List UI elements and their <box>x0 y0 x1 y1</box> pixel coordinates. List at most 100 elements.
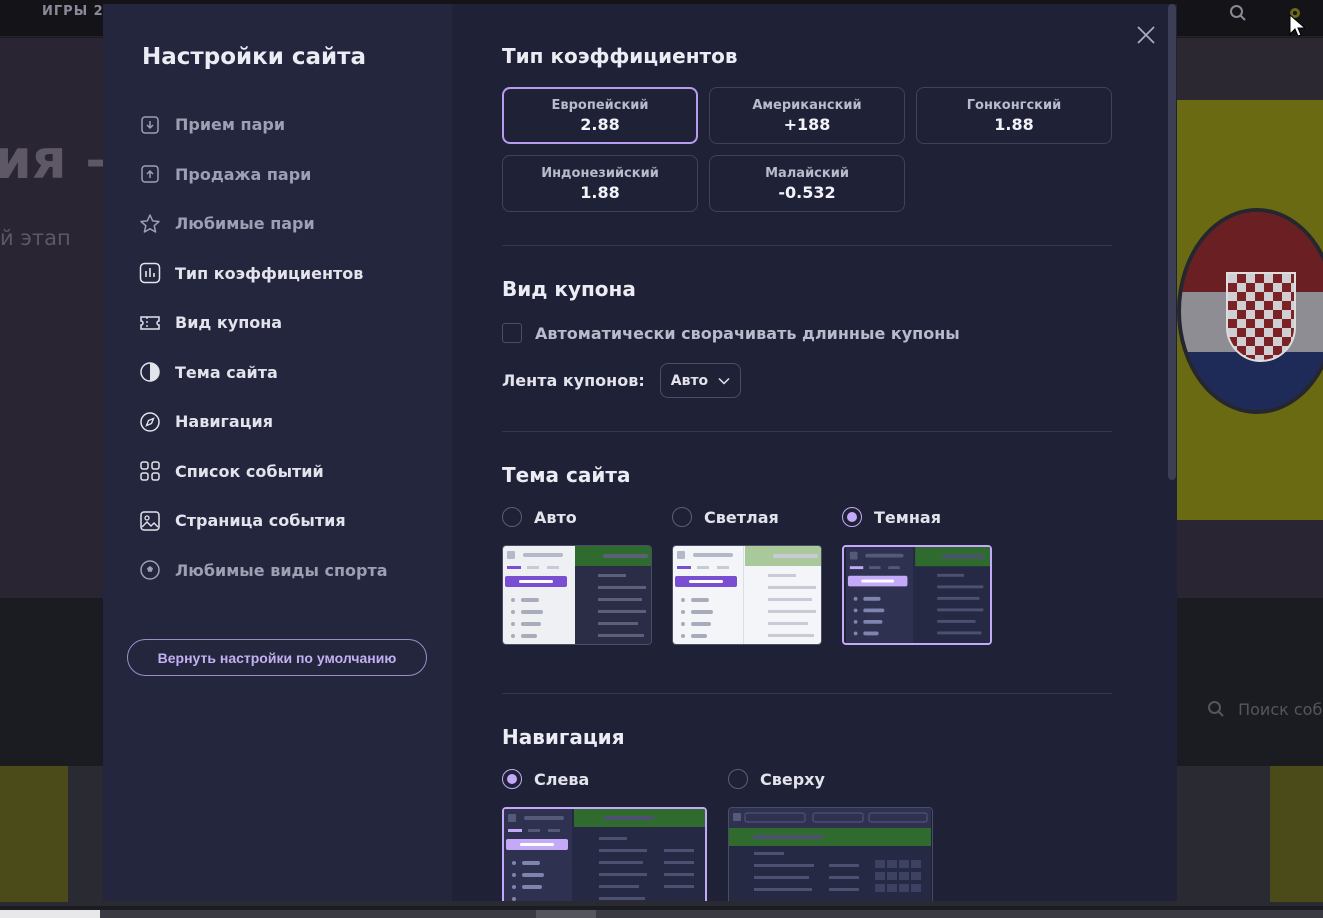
navigation-options: Слева Сверху <box>502 769 1177 789</box>
sidebar-item-coupon-view[interactable]: Вид купона <box>127 298 452 348</box>
navigation-radio-top[interactable] <box>728 769 748 789</box>
theme-option-dark[interactable]: Темная <box>842 507 941 527</box>
odds-option-hongkong[interactable]: Гонконгский 1.88 <box>916 87 1112 144</box>
theme-radio-auto[interactable] <box>502 507 522 527</box>
horizontal-scrollbar[interactable] <box>0 910 1323 918</box>
odds-option-value: 2.88 <box>580 114 620 134</box>
theme-previews <box>502 545 1177 645</box>
navigation-preview-left[interactable] <box>502 807 707 901</box>
sidebar-item-label: Прием пари <box>175 115 286 135</box>
sidebar-item-label: Любимые виды спорта <box>175 560 388 580</box>
odds-option-malay[interactable]: Малайский -0.532 <box>709 155 905 212</box>
odds-option-value: +188 <box>783 114 831 134</box>
theme-option-auto[interactable]: Авто <box>502 507 672 527</box>
divider <box>502 431 1112 432</box>
croatia-flag-icon <box>1177 208 1323 414</box>
sidebar-item-label: Страница события <box>175 511 346 531</box>
odds-option-european[interactable]: Европейский 2.88 <box>502 87 698 144</box>
sidebar-item-event-page[interactable]: Страница события <box>127 496 452 546</box>
auto-collapse-option[interactable]: Автоматически сворачивать длинные купоны <box>502 323 1177 343</box>
card-right[interactable] <box>1270 766 1323 902</box>
auto-collapse-checkbox[interactable] <box>502 323 522 343</box>
search-icon <box>1208 701 1224 717</box>
grid-icon <box>139 460 161 482</box>
upload-icon <box>139 163 161 185</box>
odds-option-name: Американский <box>752 97 862 113</box>
close-icon[interactable] <box>1135 24 1157 46</box>
navigation-preview-top[interactable] <box>728 807 933 901</box>
sidebar-item-label: Тип коэффициентов <box>175 263 364 283</box>
search-icon[interactable] <box>1229 4 1247 22</box>
sidebar-item-site-theme[interactable]: Тема сайта <box>127 348 452 398</box>
horizontal-scroll-thumb[interactable] <box>536 910 596 918</box>
contrast-icon <box>139 361 161 383</box>
compass-icon <box>139 411 161 433</box>
ticket-icon <box>139 312 161 334</box>
theme-preview-dark[interactable] <box>842 545 992 645</box>
sidebar-item-favorite-sports[interactable]: Любимые виды спорта <box>127 546 452 596</box>
settings-modal: Настройки сайта Прием пари Продажа пари … <box>103 4 1177 901</box>
divider <box>502 693 1112 694</box>
sidebar-item-odds-type[interactable]: Тип коэффициентов <box>127 249 452 299</box>
odds-option-name: Индонезийский <box>541 165 659 181</box>
ball-icon <box>139 559 161 581</box>
navigation-option-left[interactable]: Слева <box>502 769 728 789</box>
theme-option-label: Светлая <box>704 507 779 527</box>
theme-option-light[interactable]: Светлая <box>672 507 842 527</box>
sidebar-item-event-list[interactable]: Список событий <box>127 447 452 497</box>
settings-content[interactable]: Тип коэффициентов Европейский 2.88 Амери… <box>452 4 1177 901</box>
navigation-radio-left[interactable] <box>502 769 522 789</box>
odds-option-indonesian[interactable]: Индонезийский 1.88 <box>502 155 698 212</box>
navigation-previews <box>502 807 1177 901</box>
odds-option-american[interactable]: Американский +188 <box>709 87 905 144</box>
sidebar-item-label: Любимые пари <box>175 214 315 234</box>
odds-option-name: Гонконгский <box>966 97 1062 113</box>
card-left[interactable] <box>0 766 68 902</box>
hero-right-top <box>1177 38 1323 100</box>
theme-option-label: Темная <box>874 507 941 527</box>
odds-option-value: -0.532 <box>778 182 836 202</box>
sidebar-item-label: Продажа пари <box>175 164 312 184</box>
search-placeholder: Поиск соб <box>1238 700 1323 719</box>
theme-radio-light[interactable] <box>672 507 692 527</box>
coupon-section-title: Вид купона <box>502 277 636 301</box>
auto-collapse-label: Автоматически сворачивать длинные купоны <box>535 323 960 343</box>
theme-preview-light[interactable] <box>672 545 822 645</box>
odds-option-value: 1.88 <box>994 114 1034 134</box>
theme-preview-auto[interactable] <box>502 545 652 645</box>
sidebar-title: Настройки сайта <box>142 44 366 70</box>
navigation-option-top[interactable]: Сверху <box>728 769 825 789</box>
sidebar-item-favorite-bets[interactable]: Любимые пари <box>127 199 452 249</box>
hero-subtitle: й этап <box>0 226 71 250</box>
coupon-feed-row: Лента купонов: Авто <box>502 363 1177 398</box>
hero-title: ия – <box>0 128 113 191</box>
vertical-scroll-thumb[interactable] <box>1168 4 1176 480</box>
odds-option-name: Европейский <box>551 97 649 113</box>
theme-section-title: Тема сайта <box>502 463 631 487</box>
odds-option-value: 1.88 <box>580 182 620 202</box>
coupon-feed-select[interactable]: Авто <box>659 363 741 398</box>
sidebar-item-label: Тема сайта <box>175 362 278 382</box>
download-icon <box>139 114 161 136</box>
image-icon <box>139 510 161 532</box>
settings-sidebar: Настройки сайта Прием пари Продажа пари … <box>103 4 452 901</box>
sidebar-item-label: Навигация <box>175 412 274 432</box>
coupon-feed-label: Лента купонов: <box>502 371 645 390</box>
sidebar-item-accept-bets[interactable]: Прием пари <box>127 100 452 150</box>
sidebar-item-navigation[interactable]: Навигация <box>127 397 452 447</box>
mouse-cursor-icon <box>1289 14 1305 37</box>
event-search-field[interactable]: Поиск соб <box>1207 700 1322 719</box>
sidebar-item-sell-bets[interactable]: Продажа пари <box>127 150 452 200</box>
games-label[interactable]: ИГРЫ 2 <box>42 4 104 19</box>
chevron-down-icon <box>718 377 730 385</box>
odds-section-title: Тип коэффициентов <box>502 44 738 68</box>
theme-options: Авто Светлая Темная <box>502 507 1177 527</box>
odds-option-name: Малайский <box>765 165 849 181</box>
star-icon <box>139 213 161 235</box>
theme-option-label: Авто <box>534 507 577 527</box>
reset-defaults-button[interactable]: Вернуть настройки по умолчанию <box>127 639 427 676</box>
sidebar-item-label: Вид купона <box>175 313 283 333</box>
theme-radio-dark[interactable] <box>842 507 862 527</box>
chart-icon <box>139 262 161 284</box>
odds-options: Европейский 2.88 Американский +188 Гонко… <box>502 87 1112 212</box>
